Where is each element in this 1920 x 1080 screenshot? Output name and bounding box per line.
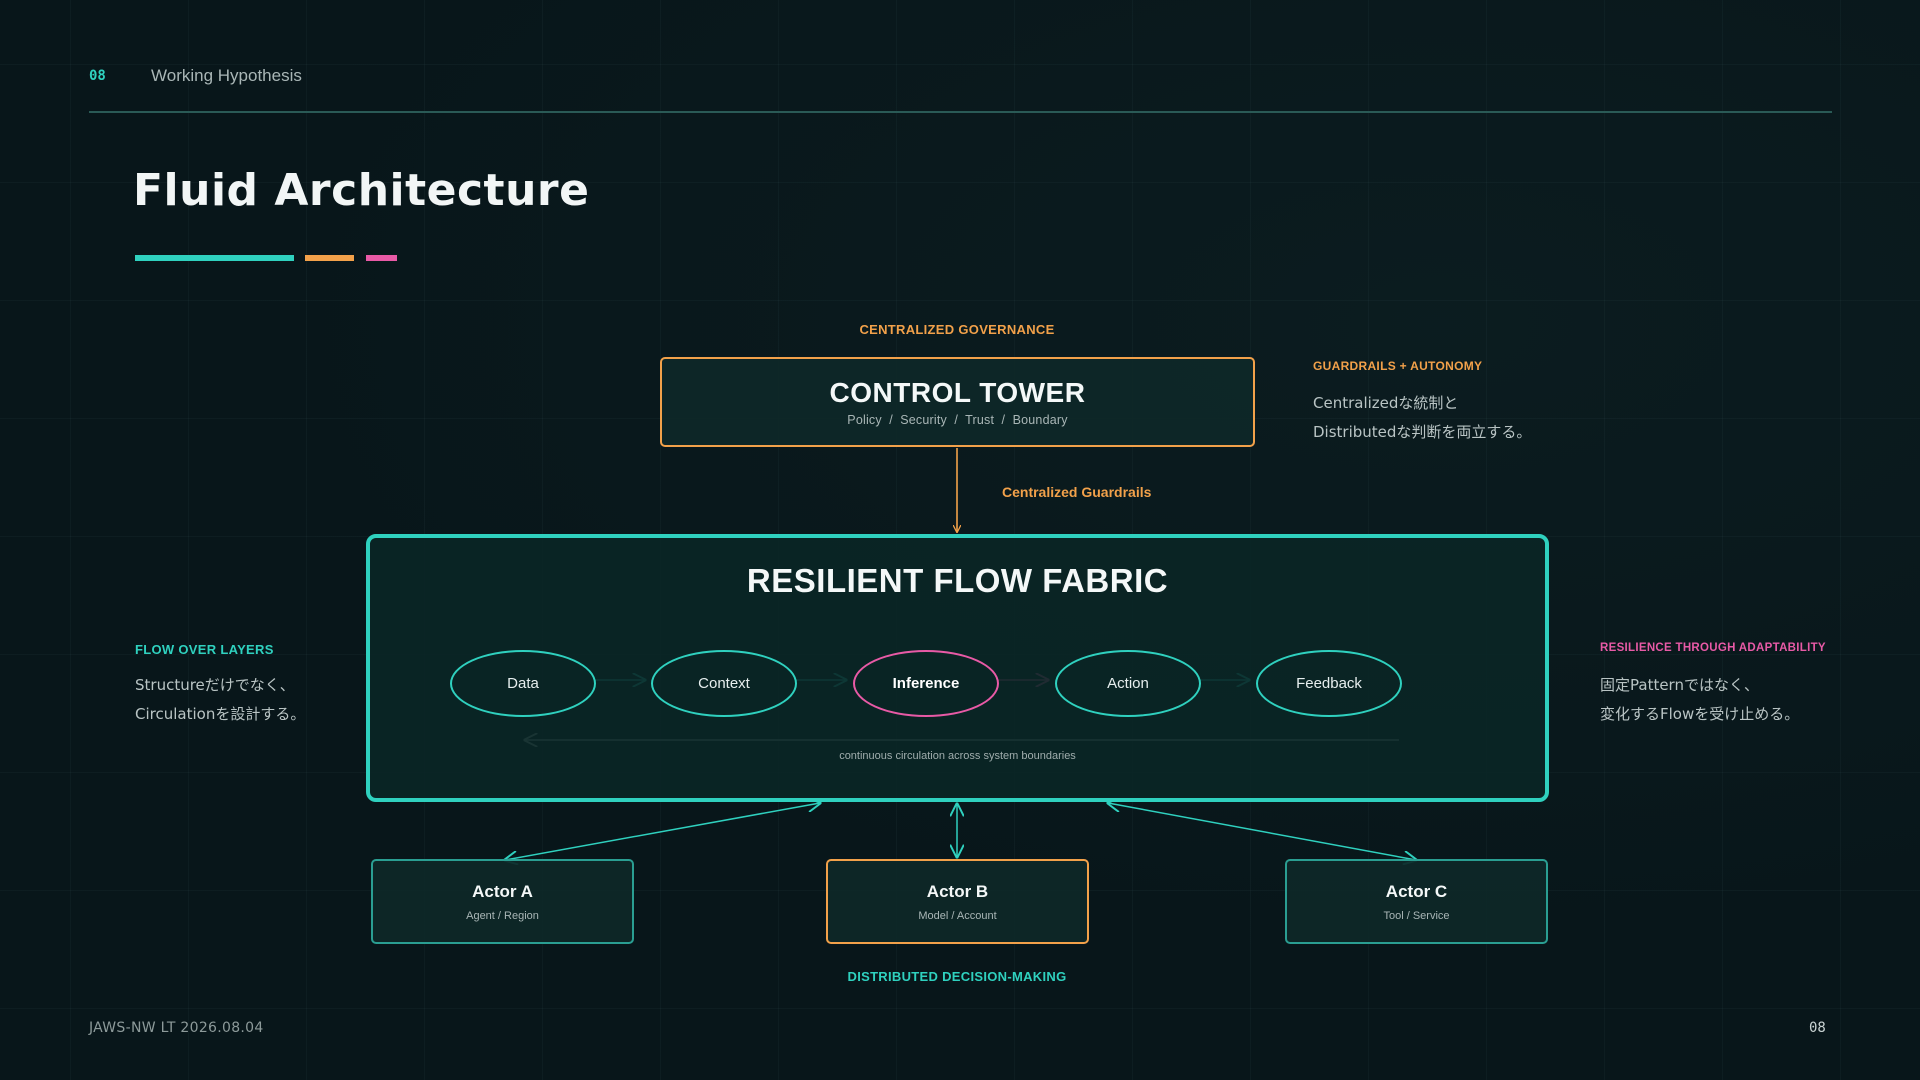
accent-bar-pink (366, 255, 397, 261)
note-guardrails-line2: Distributedな判断を両立する。 (1313, 423, 1532, 441)
flow-node-feedback: Feedback (1256, 650, 1402, 717)
actor-b-subtitle: Model / Account (918, 909, 997, 922)
distributed-label: DISTRIBUTED DECISION-MAKING (847, 969, 1067, 984)
item-separator: / (1001, 413, 1006, 427)
section-title: Working Hypothesis (151, 66, 302, 85)
flow-fabric-title: RESILIENT FLOW FABRIC (746, 562, 1169, 599)
note-flow-line1: Structureだけでなく、 (135, 676, 295, 694)
actor-a-box: Actor A Agent / Region (371, 859, 634, 944)
item-separator: / (954, 413, 959, 427)
page-title: Fluid Architecture (133, 165, 590, 216)
footer-event: JAWS-NW LT 2026.08.04 (89, 1020, 264, 1036)
control-tower-item: Trust (965, 413, 995, 427)
control-tower-box: CONTROL TOWER Policy / Security / Trust … (660, 357, 1255, 447)
actor-c-arrow (1108, 803, 1416, 860)
note-resilience-heading: RESILIENCE THROUGH ADAPTABILITY (1600, 642, 1826, 654)
flow-node-action: Action (1055, 650, 1201, 717)
actor-c-box: Actor C Tool / Service (1285, 859, 1548, 944)
loop-caption: continuous circulation across system bou… (839, 750, 1076, 762)
actor-a-subtitle: Agent / Region (466, 909, 539, 922)
slide-number: 08 (89, 68, 106, 84)
control-tower-title: CONTROL TOWER (829, 377, 1086, 408)
note-guardrails-heading: GUARDRAILS + AUTONOMY (1313, 359, 1483, 373)
governance-label: CENTRALIZED GOVERNANCE (859, 322, 1055, 337)
control-tower-item: Boundary (1012, 413, 1068, 427)
control-tower-item: Policy (847, 413, 882, 427)
control-tower-items: Policy / Security / Trust / Boundary (847, 413, 1067, 427)
item-separator: / (889, 413, 893, 427)
accent-bar-teal (135, 255, 294, 261)
footer-page-number: 08 (1809, 1020, 1826, 1036)
note-resilience-line2: 変化するFlowを受け止める。 (1600, 705, 1800, 723)
accent-bar-orange (305, 255, 354, 261)
flow-node-inference: Inference (853, 650, 999, 717)
flow-node-data: Data (450, 650, 596, 717)
actor-a-title: Actor A (472, 881, 533, 901)
actor-b-box: Actor B Model / Account (826, 859, 1089, 944)
note-resilience-line1: 固定Patternではなく、 (1600, 676, 1759, 694)
note-flow-line2: Circulationを設計する。 (135, 705, 306, 723)
actor-c-subtitle: Tool / Service (1383, 909, 1450, 922)
actor-a-arrow (505, 803, 820, 860)
note-flow-heading: FLOW OVER LAYERS (135, 642, 274, 657)
note-guardrails-line1: Centralizedな統制と (1313, 394, 1459, 412)
actor-c-title: Actor C (1385, 881, 1448, 901)
flow-fabric-box: RESILIENT FLOW FABRIC Data Context Infer… (366, 534, 1549, 802)
flow-node-context: Context (651, 650, 797, 717)
guardrails-label: Centralized Guardrails (1002, 484, 1152, 500)
header-divider (89, 111, 1832, 113)
control-tower-item: Security (900, 413, 947, 427)
actor-b-title: Actor B (926, 881, 989, 901)
